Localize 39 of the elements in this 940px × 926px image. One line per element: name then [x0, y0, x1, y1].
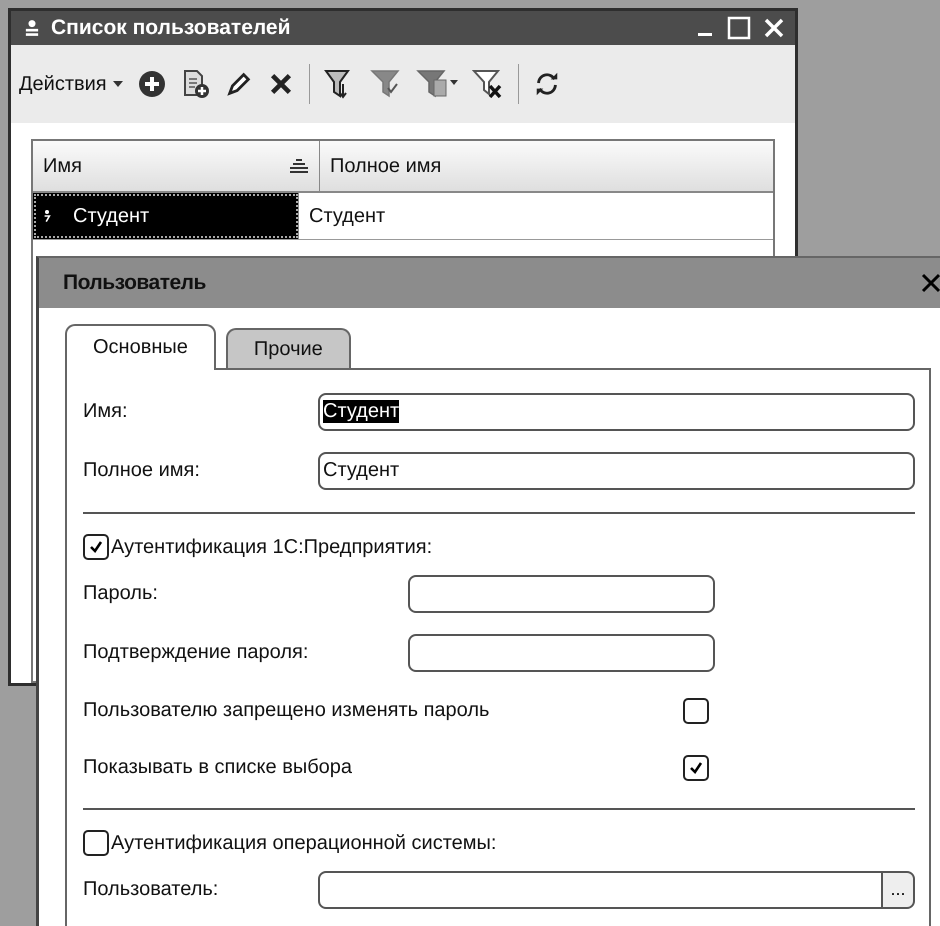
input-field[interactable]: Студент: [318, 392, 915, 430]
filter-icon[interactable]: [370, 68, 402, 100]
table-row[interactable]: Студент Студент: [33, 193, 773, 240]
actions-menu[interactable]: Действия: [19, 72, 123, 96]
plus-circle-icon[interactable]: [136, 69, 167, 99]
input-field[interactable]: Студент: [318, 452, 915, 490]
password-field[interactable]: [408, 574, 715, 612]
check-icon: [88, 539, 104, 555]
table-cell: Студент: [309, 204, 386, 228]
select-button[interactable]: ...: [883, 870, 915, 908]
checkbox[interactable]: [83, 830, 109, 856]
close-icon[interactable]: [921, 273, 940, 293]
field-label: Полное имя:: [83, 459, 201, 482]
select-field[interactable]: [318, 870, 883, 908]
password-field[interactable]: [408, 634, 715, 672]
checkbox-label: Аутентификация операционной системы:: [111, 832, 496, 854]
maximize-icon[interactable]: [727, 16, 751, 40]
field-label: Пользователь:: [83, 878, 220, 901]
field-label: Подтверждение пароля:: [83, 641, 310, 664]
checkbox[interactable]: [683, 698, 709, 724]
filter-clear-icon[interactable]: [472, 68, 504, 100]
pencil-icon[interactable]: [224, 70, 253, 98]
tab[interactable]: Основные: [65, 324, 216, 370]
table-cell: Студент: [73, 204, 150, 228]
column-header[interactable]: Имя: [33, 141, 320, 191]
caret-icon: [112, 81, 123, 87]
checkbox-label: Аутентификация 1С:Предприятия:: [111, 536, 432, 558]
dialog-title: Пользователь: [63, 271, 206, 295]
checkbox-label: Пользователю запрещено изменять пароль: [83, 699, 490, 722]
field-label: Имя:: [83, 400, 129, 423]
checkbox-label: Показывать в списке выбора: [83, 756, 354, 779]
field-label: Пароль:: [83, 582, 159, 605]
checkbox[interactable]: [683, 754, 709, 780]
sort-icon: [289, 159, 309, 173]
tab[interactable]: Прочие: [226, 328, 351, 368]
column-header[interactable]: Полное имя: [320, 141, 773, 191]
checkbox[interactable]: [83, 534, 109, 560]
window-title: Список пользователей: [51, 16, 291, 40]
check-icon: [688, 760, 704, 776]
